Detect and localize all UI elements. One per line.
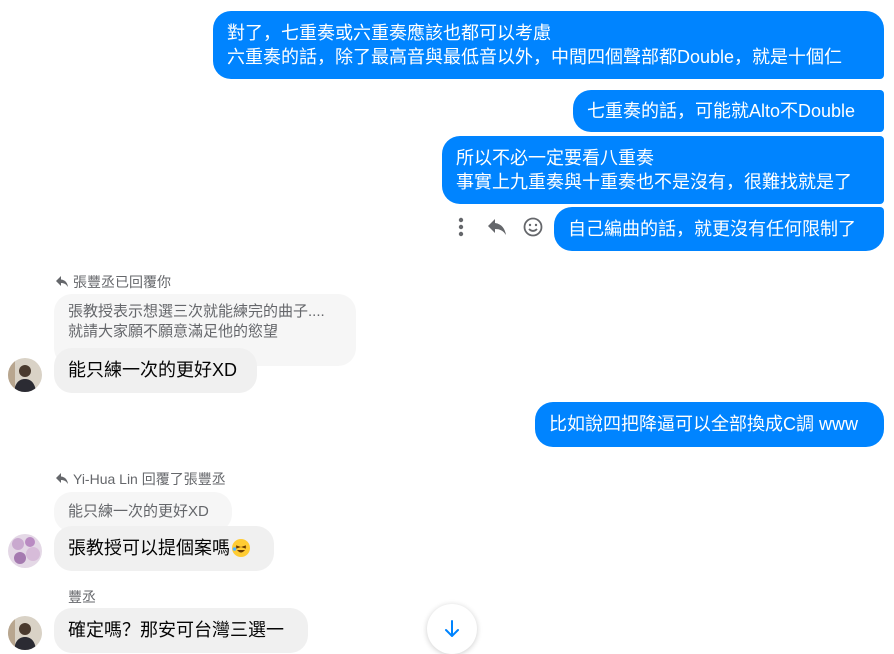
reply-indicator-text: Yi-Hua Lin 回覆了張豐丞 [73, 471, 226, 487]
more-vertical-icon[interactable] [450, 216, 472, 238]
message-text: 七重奏的話，可能就Alto不Double [587, 101, 856, 121]
reply-icon [56, 276, 68, 287]
message-text: 事實上九重奏與十重奏也不是沒有，很難找就是了 [456, 172, 852, 192]
avatar[interactable] [8, 616, 42, 650]
message-text: 六重奏的話，除了最高音與最低音以外，中間四個聲部都Double，就是十個仁 [227, 47, 843, 67]
quoted-text: 能只練一次的更好XD [68, 503, 209, 520]
reply-indicator: Yi-Hua Lin 回覆了張豐丞 [55, 469, 226, 489]
message-text: 比如說四把降逼可以全部換成C調 www [549, 414, 858, 434]
outgoing-message[interactable]: 七重奏的話，可能就Alto不Double [573, 90, 884, 132]
message-text: 確定嗎？那安可台灣三選一 [68, 620, 284, 640]
reply-indicator: 張豐丞已回覆你 [55, 272, 171, 292]
reply-indicator-text: 張豐丞已回覆你 [73, 274, 171, 290]
outgoing-message[interactable]: 所以不必一定要看八重奏 事實上九重奏與十重奏也不是沒有，很難找就是了 [442, 136, 884, 204]
reply-icon[interactable] [486, 216, 508, 238]
message-text: 張教授可以提個案嗎 [68, 538, 230, 558]
message-text: 對了，七重奏或六重奏應該也都可以考慮 [227, 23, 551, 43]
message-text: 自己編曲的話，就更沒有任何限制了 [568, 219, 856, 239]
avatar[interactable] [8, 358, 42, 392]
outgoing-message[interactable]: 自己編曲的話，就更沒有任何限制了 [554, 207, 884, 251]
laughing-emoji-icon [232, 539, 250, 557]
incoming-message[interactable]: 確定嗎？那安可台灣三選一 [54, 608, 308, 653]
quoted-text: 就請大家願不願意滿足他的慾望 [68, 323, 279, 340]
scroll-to-bottom-button[interactable] [427, 604, 477, 654]
outgoing-message[interactable]: 對了，七重奏或六重奏應該也都可以考慮 六重奏的話，除了最高音與最低音以外，中間四… [213, 11, 884, 79]
incoming-message[interactable]: 張教授可以提個案嗎 [54, 526, 274, 571]
sender-name: 豐丞 [68, 589, 96, 605]
message-text: 能只練一次的更好XD [68, 360, 238, 380]
reply-icon [56, 473, 68, 484]
avatar[interactable] [8, 534, 42, 568]
outgoing-message[interactable]: 比如說四把降逼可以全部換成C調 www [535, 402, 884, 447]
quoted-text: 張教授表示想選三次就能練完的曲子.... [68, 303, 325, 320]
incoming-message[interactable]: 能只練一次的更好XD [54, 348, 257, 393]
message-text: 所以不必一定要看八重奏 [456, 148, 654, 168]
arrow-down-icon [445, 620, 459, 637]
smiley-icon[interactable] [522, 216, 544, 238]
message-actions [450, 216, 544, 238]
